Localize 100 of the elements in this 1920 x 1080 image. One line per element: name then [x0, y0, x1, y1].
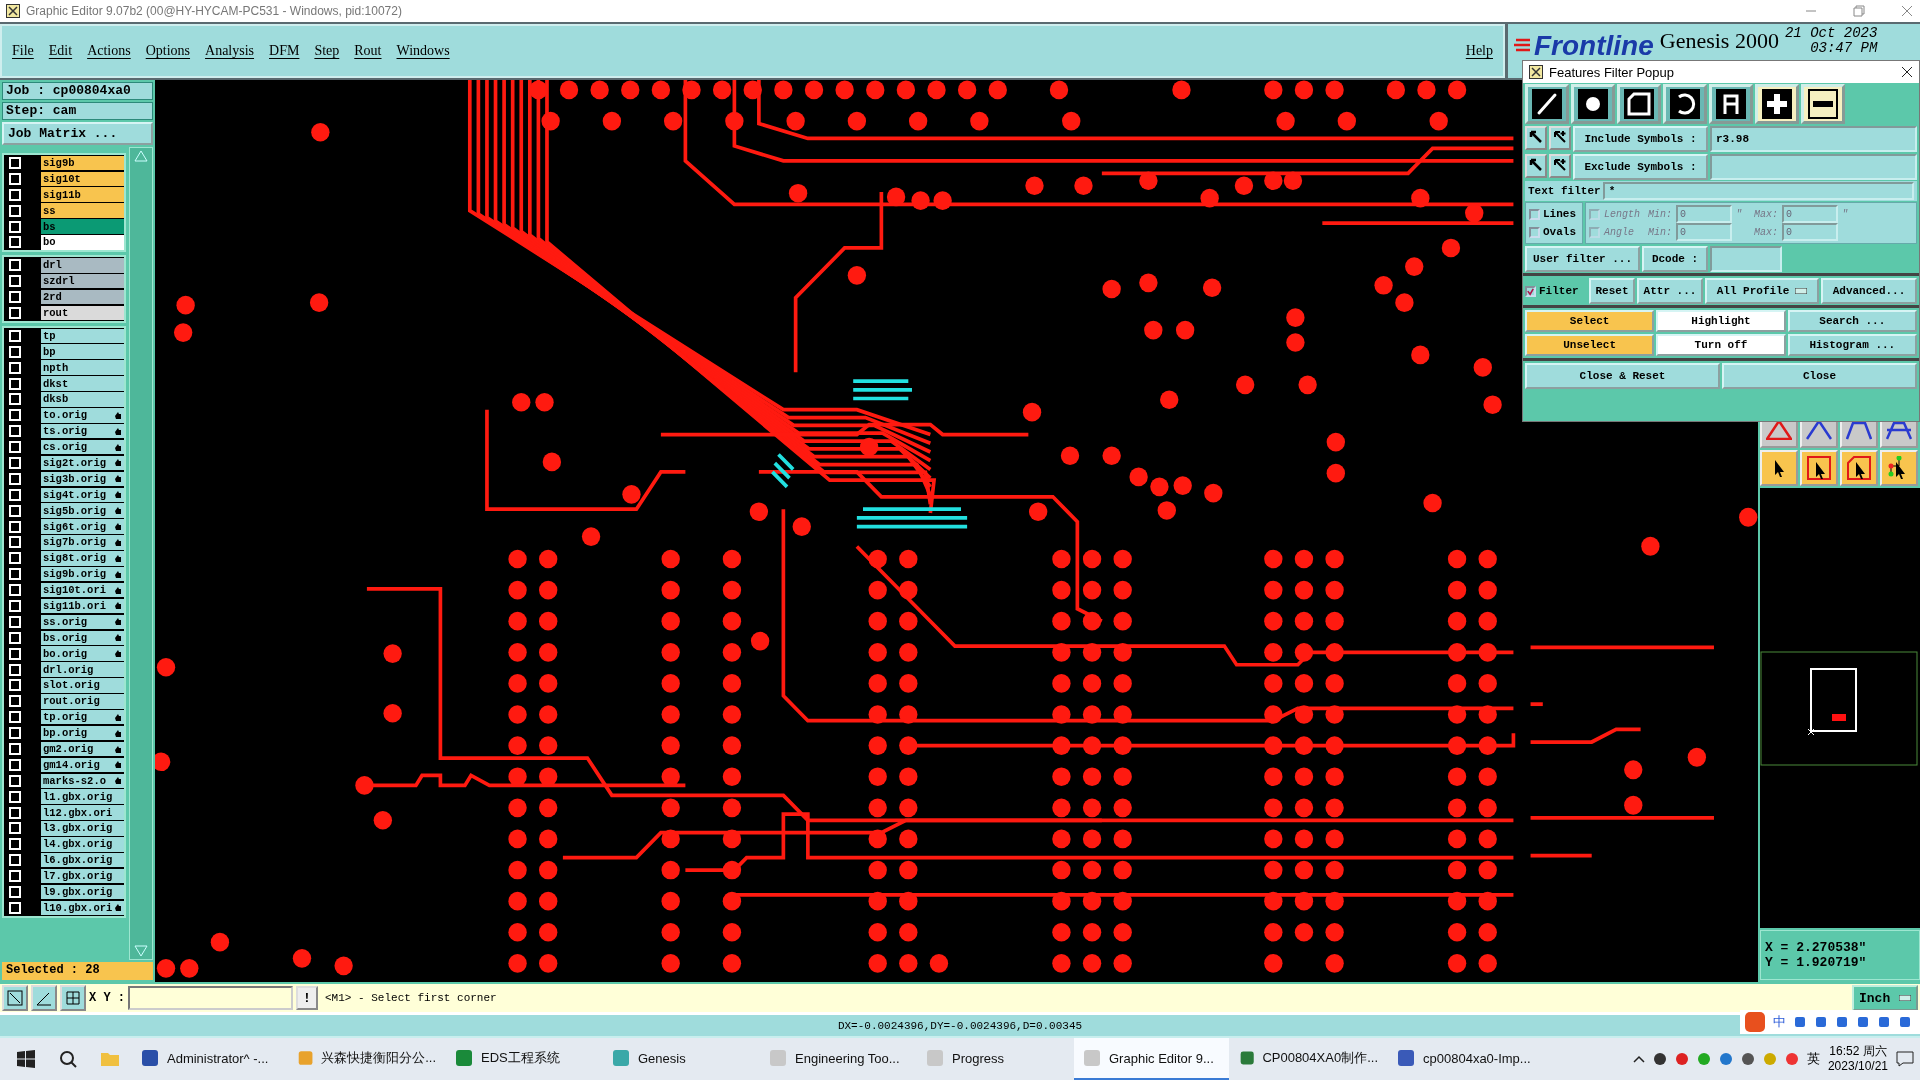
menu-item[interactable]: DFM: [269, 43, 300, 59]
layer-checkbox[interactable]: [9, 552, 21, 565]
layer-checkbox[interactable]: [9, 456, 21, 469]
dcode-field[interactable]: [1710, 246, 1782, 272]
tray-icon[interactable]: [1652, 1052, 1667, 1066]
layer-checkbox[interactable]: [9, 220, 21, 233]
layer-name[interactable]: ss.orig: [41, 614, 124, 630]
taskbar-item[interactable]: Engineering Too...: [760, 1038, 915, 1080]
layer-checkbox[interactable]: [9, 393, 21, 406]
layer-checkbox[interactable]: [9, 631, 21, 644]
tray-icon[interactable]: [1740, 1052, 1755, 1066]
dcode-button[interactable]: Dcode :: [1642, 246, 1708, 272]
ime-mode[interactable]: 中: [1773, 1013, 1786, 1031]
layer-checkbox[interactable]: [9, 758, 21, 771]
symbols-button[interactable]: Include Symbols :: [1573, 126, 1708, 152]
ime-tool-icon[interactable]: [1877, 1015, 1891, 1029]
menu-item[interactable]: File: [12, 43, 34, 59]
layer-name[interactable]: to.orig: [41, 408, 124, 423]
ime-tool-icon[interactable]: [1793, 1015, 1807, 1029]
layer-name[interactable]: dksb: [41, 392, 124, 407]
taskbar-item[interactable]: CP00804XA0制作...: [1231, 1038, 1386, 1080]
layer-checkbox[interactable]: [9, 886, 21, 898]
layer-name[interactable]: npth: [41, 360, 124, 375]
clock[interactable]: 16:52 周六 2023/10/21: [1827, 1044, 1888, 1074]
checkbox[interactable]: [1525, 285, 1536, 297]
layer-name[interactable]: sig10t: [41, 171, 124, 187]
input-mode[interactable]: 英: [1806, 1050, 1820, 1068]
user-filter-button[interactable]: User filter ...: [1525, 246, 1640, 272]
zoom-area-button[interactable]: [2, 985, 28, 1011]
symbols-button[interactable]: Exclude Symbols :: [1573, 154, 1708, 180]
start-icon[interactable]: [16, 1049, 36, 1069]
layer-checkbox[interactable]: [9, 838, 21, 851]
layer-checkbox[interactable]: [9, 488, 21, 501]
layer-checkbox[interactable]: [9, 409, 21, 422]
layer-checkbox[interactable]: [9, 275, 21, 288]
layer-name[interactable]: tp.orig: [41, 709, 124, 725]
xy-input-field[interactable]: [128, 986, 293, 1010]
feature-type-button[interactable]: [1617, 84, 1661, 124]
layer-name[interactable]: bp.orig: [41, 725, 124, 741]
taskbar-item[interactable]: cp00804xa0-Imp...: [1388, 1038, 1543, 1080]
layer-name[interactable]: bp: [41, 344, 124, 359]
advanced-button[interactable]: Advanced...: [1821, 278, 1917, 304]
layer-name[interactable]: sig6t.orig: [41, 519, 124, 534]
taskbar-item[interactable]: 兴森快捷衡阳分公...: [289, 1038, 444, 1080]
select-tool-button[interactable]: [1880, 450, 1918, 486]
menu-item[interactable]: Edit: [48, 43, 73, 59]
layer-name[interactable]: l9.gbx.orig: [41, 884, 124, 900]
layer-checkbox[interactable]: [9, 361, 21, 374]
layer-checkbox[interactable]: [9, 870, 21, 883]
layer-checkbox[interactable]: [9, 647, 21, 660]
layer-checkbox[interactable]: [9, 663, 21, 676]
text-filter-field[interactable]: *: [1602, 182, 1914, 200]
layer-checkbox[interactable]: [9, 188, 21, 201]
action-button[interactable]: Unselect: [1525, 334, 1655, 356]
close-reset-button[interactable]: Close & Reset: [1525, 363, 1720, 389]
layer-name[interactable]: sig9b: [41, 155, 124, 171]
feature-type-button[interactable]: [1571, 84, 1615, 124]
ime-tool-icon[interactable]: [1814, 1015, 1828, 1029]
layer-checkbox[interactable]: [9, 329, 21, 342]
layer-name[interactable]: 2rd: [41, 289, 124, 305]
grid-button[interactable]: [60, 985, 86, 1011]
layer-name[interactable]: cs.orig: [41, 439, 124, 455]
layer-name[interactable]: l12.gbx.ori: [41, 805, 124, 820]
checkbox[interactable]: [1529, 208, 1540, 220]
feature-type-button[interactable]: [1525, 84, 1569, 124]
checkbox[interactable]: [1529, 226, 1540, 238]
layer-name[interactable]: l10.gbx.ori: [41, 900, 124, 916]
action-button[interactable]: Turn off: [1656, 334, 1786, 356]
layer-checkbox[interactable]: [9, 172, 21, 185]
layer-checkbox[interactable]: [9, 472, 21, 485]
select-tool-button[interactable]: [1840, 450, 1878, 486]
menu-item[interactable]: Actions: [87, 43, 131, 59]
select-tool-button[interactable]: [1800, 450, 1838, 486]
ime-logo-icon[interactable]: [1744, 1011, 1766, 1033]
layer-name[interactable]: sig8t.orig: [41, 551, 124, 566]
feature-type-button[interactable]: [1663, 84, 1707, 124]
layer-checkbox[interactable]: [9, 901, 21, 914]
action-button[interactable]: Highlight: [1656, 310, 1786, 332]
layer-checkbox[interactable]: [9, 306, 21, 319]
layer-checkbox[interactable]: [9, 425, 21, 438]
layer-checkbox[interactable]: [9, 774, 21, 787]
layer-name[interactable]: sig11b: [41, 187, 124, 202]
layer-checkbox[interactable]: [9, 204, 21, 217]
layer-checkbox[interactable]: [9, 743, 21, 755]
units-dropdown[interactable]: Inch: [1852, 985, 1918, 1011]
layer-checkbox[interactable]: [9, 345, 21, 358]
layer-name[interactable]: sig3b.orig: [41, 471, 124, 487]
menu-item[interactable]: Options: [145, 43, 191, 59]
layer-name[interactable]: drl: [41, 258, 124, 273]
layer-name[interactable]: l1.gbx.orig: [41, 789, 124, 804]
taskbar-item[interactable]: Graphic Editor 9...: [1074, 1038, 1229, 1080]
layer-name[interactable]: sig11b.ori: [41, 598, 124, 614]
taskbar-item[interactable]: Progress: [917, 1038, 1072, 1080]
symbols-field[interactable]: r3.98: [1710, 126, 1917, 152]
layer-checkbox[interactable]: [9, 377, 21, 390]
layer-name[interactable]: drl.orig: [41, 662, 124, 677]
layer-name[interactable]: l3.gbx.orig: [41, 821, 124, 836]
layer-name[interactable]: slot.orig: [41, 678, 124, 693]
layer-checkbox[interactable]: [9, 854, 21, 867]
close-icon[interactable]: [1901, 66, 1913, 78]
